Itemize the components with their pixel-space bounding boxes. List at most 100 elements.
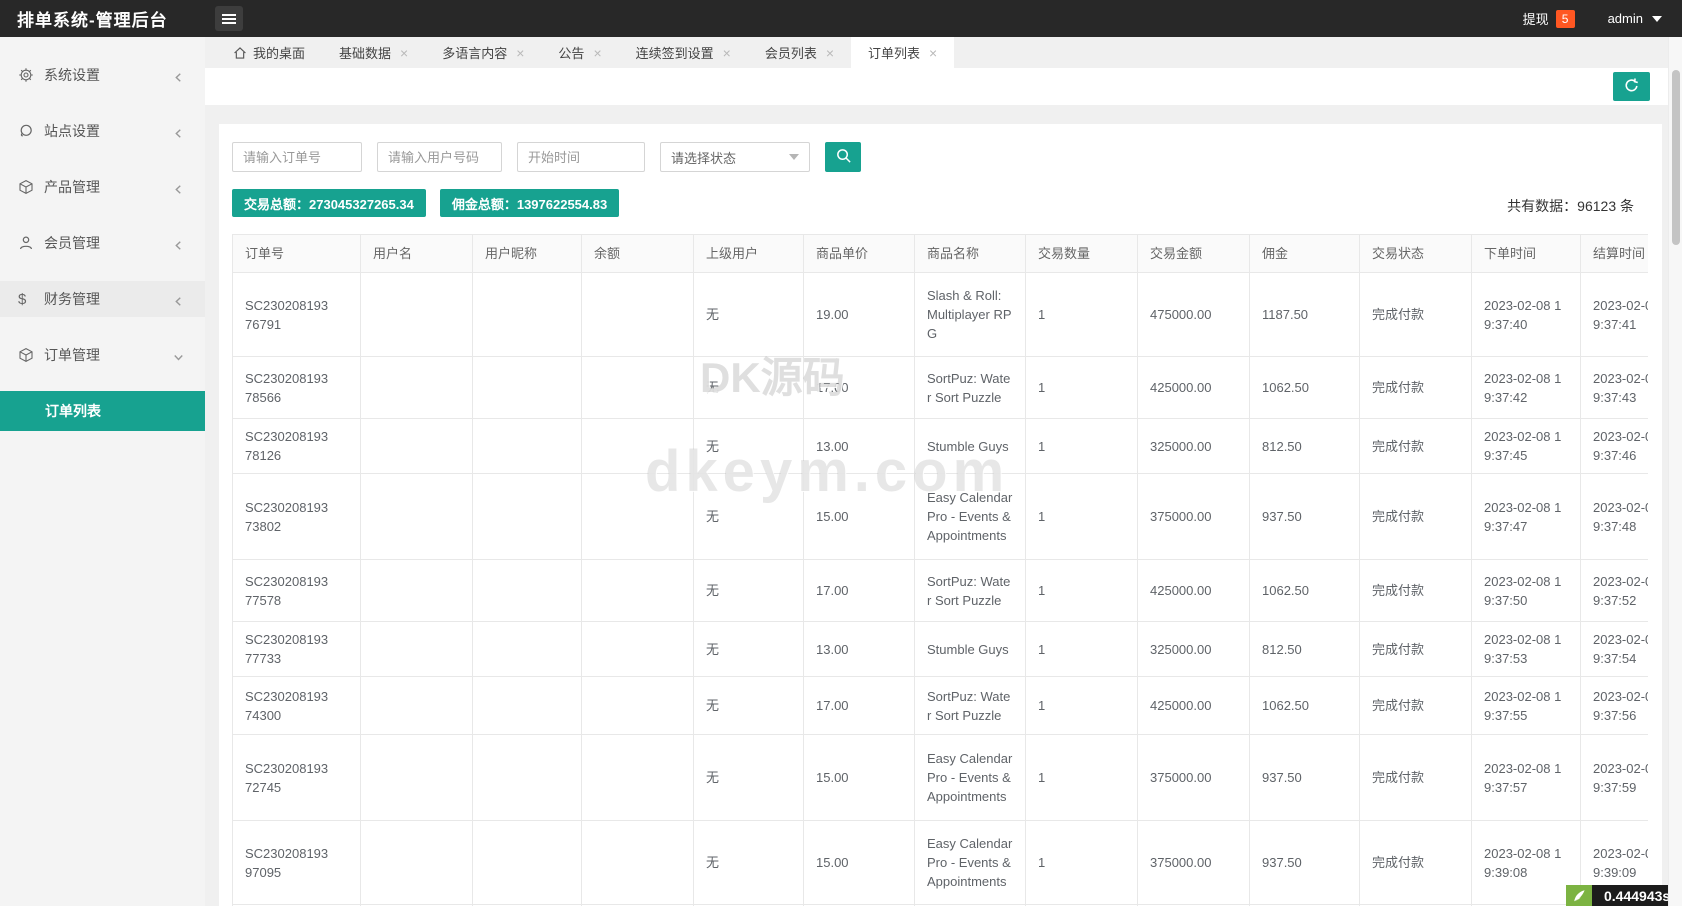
- user-no-input[interactable]: [377, 142, 502, 172]
- sidebar-toggle-button[interactable]: [215, 6, 243, 31]
- table-cell: [361, 474, 473, 560]
- table-cell: 1: [1026, 273, 1138, 357]
- table-cell: 425000.00: [1138, 357, 1250, 419]
- tab-1[interactable]: 基础数据×: [322, 37, 425, 68]
- chevron-down-icon: [789, 154, 799, 160]
- table-cell: 15.00: [804, 735, 915, 821]
- sidebar-item-5[interactable]: 订单管理: [0, 337, 205, 373]
- scrollbar-thumb[interactable]: [1672, 70, 1680, 245]
- table-cell: [473, 735, 582, 821]
- member-icon: [18, 235, 34, 251]
- tab-2[interactable]: 多语言内容×: [425, 37, 541, 68]
- leaf-icon: [1566, 885, 1592, 906]
- column-header: 交易状态: [1360, 235, 1472, 273]
- topbar-right: 提现 5 admin: [1523, 0, 1662, 37]
- table-cell: 2023-02-08 19:37:42: [1472, 357, 1581, 419]
- table-cell: [473, 419, 582, 474]
- table-cell: 1062.50: [1250, 560, 1360, 622]
- tab-close-icon[interactable]: ×: [516, 46, 524, 60]
- withdraw-count-badge[interactable]: 5: [1556, 10, 1575, 28]
- table-cell: 13.00: [804, 419, 915, 474]
- tab-close-icon[interactable]: ×: [593, 46, 601, 60]
- table-cell: [361, 821, 473, 905]
- sidebar-item-label: 产品管理: [44, 177, 100, 197]
- table-cell: 1: [1026, 821, 1138, 905]
- table-cell: 2023-02-08 19:37:59: [1581, 735, 1649, 821]
- table-cell: 2023-02-08 19:37:46: [1581, 419, 1649, 474]
- table-cell: 937.50: [1250, 474, 1360, 560]
- table-cell: 425000.00: [1138, 677, 1250, 735]
- table-cell: SortPuz: Water Sort Puzzle: [915, 677, 1026, 735]
- commission-total-badge: 佣金总额：1397622554.83: [440, 189, 619, 217]
- table-cell: 1: [1026, 622, 1138, 677]
- tab-close-icon[interactable]: ×: [826, 46, 834, 60]
- content-card: 请选择状态 交易总额：273045327265.34 佣金总额：13976225…: [219, 124, 1662, 906]
- withdraw-link[interactable]: 提现: [1523, 9, 1549, 28]
- table-row: SC23020819378126 无13.00Stumble Guys13250…: [233, 419, 1649, 474]
- start-time-input[interactable]: [517, 142, 645, 172]
- tab-5[interactable]: 会员列表×: [748, 37, 851, 68]
- table-cell: 2023-02-08 19:37:54: [1581, 622, 1649, 677]
- table-cell: 2023-02-08 19:37:56: [1581, 677, 1649, 735]
- order-no-input[interactable]: [232, 142, 362, 172]
- table-cell: 375000.00: [1138, 474, 1250, 560]
- table-cell: 完成付款: [1360, 419, 1472, 474]
- table-cell: 1: [1026, 474, 1138, 560]
- table-cell: [582, 622, 694, 677]
- debug-badge: 0.444943s: [1566, 885, 1682, 906]
- column-header: 余额: [582, 235, 694, 273]
- user-menu[interactable]: admin: [1608, 11, 1643, 26]
- main-area: 我的桌面基础数据×多语言内容×公告×连续签到设置×会员列表×订单列表× 请选择状…: [205, 37, 1682, 906]
- table-cell: 475000.00: [1138, 273, 1250, 357]
- chevron-left-icon: [173, 294, 183, 304]
- table-cell: 425000.00: [1138, 560, 1250, 622]
- sidebar-item-0[interactable]: 系统设置: [0, 57, 205, 93]
- tab-bar: 我的桌面基础数据×多语言内容×公告×连续签到设置×会员列表×订单列表×: [205, 37, 1682, 68]
- table-cell: [361, 273, 473, 357]
- tab-0[interactable]: 我的桌面: [216, 37, 322, 68]
- vertical-scrollbar[interactable]: [1668, 37, 1682, 906]
- table-row: SC23020819378566 无17.00SortPuz: Water So…: [233, 357, 1649, 419]
- sidebar-item-4[interactable]: $财务管理: [0, 281, 205, 317]
- table-cell: 2023-02-08 19:39:08: [1472, 821, 1581, 905]
- table-cell: [473, 357, 582, 419]
- table-cell: 1187.50: [1250, 273, 1360, 357]
- table-cell: [582, 419, 694, 474]
- table-cell: 17.00: [804, 357, 915, 419]
- tab-close-icon[interactable]: ×: [929, 46, 937, 60]
- status-select[interactable]: 请选择状态: [660, 142, 810, 172]
- summary-row: 交易总额：273045327265.34 佣金总额：1397622554.83 …: [219, 172, 1662, 218]
- table-cell: SortPuz: Water Sort Puzzle: [915, 357, 1026, 419]
- table-cell: [582, 677, 694, 735]
- sidebar-subitem-order-list[interactable]: 订单列表: [0, 391, 205, 431]
- search-button[interactable]: [825, 142, 861, 172]
- tab-close-icon[interactable]: ×: [400, 46, 408, 60]
- table-cell: 325000.00: [1138, 622, 1250, 677]
- table-cell: [582, 357, 694, 419]
- refresh-button[interactable]: [1613, 72, 1650, 101]
- product-icon: [18, 179, 34, 195]
- table-cell: Stumble Guys: [915, 419, 1026, 474]
- table-cell: SC23020819377578: [233, 560, 361, 622]
- app-title: 排单系统-管理后台: [0, 6, 168, 31]
- table-cell: 2023-02-08 19:37:52: [1581, 560, 1649, 622]
- refresh-icon: [1623, 77, 1640, 97]
- column-header: 用户昵称: [473, 235, 582, 273]
- tab-4[interactable]: 连续签到设置×: [619, 37, 748, 68]
- hamburger-icon: [222, 12, 236, 26]
- sidebar-item-3[interactable]: 会员管理: [0, 225, 205, 261]
- chevron-down-icon[interactable]: [1652, 16, 1662, 22]
- sidebar-item-1[interactable]: 站点设置: [0, 113, 205, 149]
- tab-close-icon[interactable]: ×: [723, 46, 731, 60]
- chevron-left-icon: [173, 238, 183, 248]
- table-cell: SC23020819376791: [233, 273, 361, 357]
- table-cell: [361, 622, 473, 677]
- table-cell: [473, 474, 582, 560]
- tab-3[interactable]: 公告×: [541, 37, 618, 68]
- table-row: SC23020819372745 无15.00Easy Calendar Pro…: [233, 735, 1649, 821]
- sidebar-item-2[interactable]: 产品管理: [0, 169, 205, 205]
- sidebar-item-label: 站点设置: [44, 121, 100, 141]
- tab-6[interactable]: 订单列表×: [851, 37, 954, 68]
- table-cell: 无: [694, 735, 804, 821]
- table-row: SC23020819397095 无15.00Easy Calendar Pro…: [233, 821, 1649, 905]
